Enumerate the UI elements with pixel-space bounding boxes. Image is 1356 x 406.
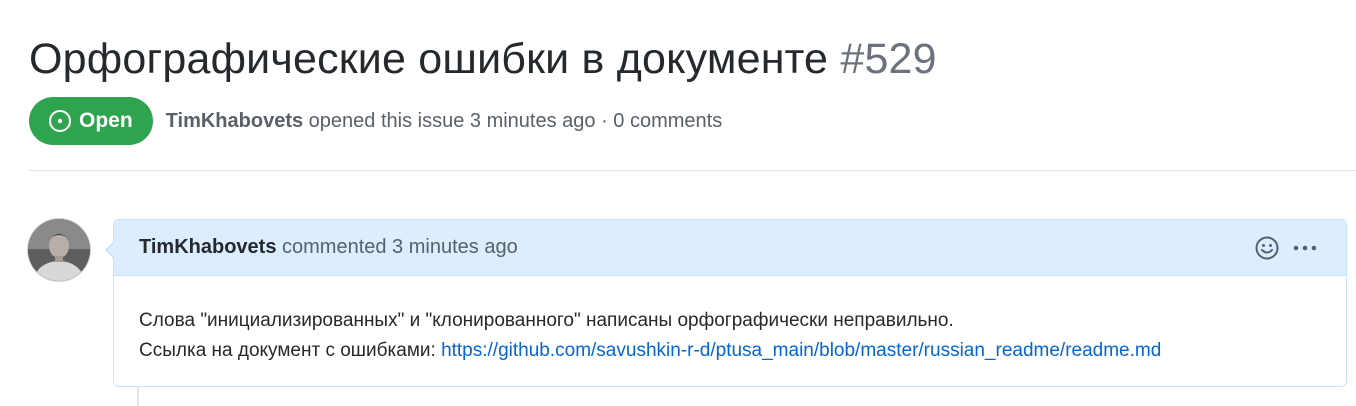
state-label: Open [79, 109, 133, 132]
header-divider [29, 170, 1356, 171]
avatar[interactable] [28, 219, 90, 281]
comment-timestamp[interactable]: commented 3 minutes ago [276, 236, 518, 258]
state-badge: Open [29, 97, 153, 145]
comment-body: Слова "инициализированных" и "клонирован… [114, 276, 1346, 366]
smiley-icon[interactable] [1254, 235, 1280, 261]
issue-opened-icon [49, 110, 71, 132]
comment-author-link[interactable]: TimKhabovets [139, 236, 276, 258]
comment-body-line: Слова "инициализированных" и "клонирован… [139, 310, 954, 331]
kebab-horizontal-icon[interactable] [1292, 235, 1318, 261]
comment-box: TimKhabovets commented 3 minutes ago Сло… [105, 219, 1347, 387]
issue-title: Орфографические ошибки в документе #529 [29, 30, 1356, 88]
comment-body-line: Ссылка на документ с ошибками: https://g… [139, 336, 1346, 366]
issue-meta-text: TimKhabovets opened this issue 3 minutes… [166, 110, 723, 133]
issue-page: Орфографические ошибки в документе #529 … [0, 0, 1356, 406]
comment-header-text: TimKhabovets commented 3 minutes ago [139, 236, 518, 259]
issue-header: Орфографические ошибки в документе #529 [29, 30, 1356, 88]
comment-actions [1254, 235, 1318, 261]
issue-author-link[interactable]: TimKhabovets [166, 110, 303, 132]
readme-link[interactable]: https://github.com/savushkin-r-d/ptusa_m… [441, 340, 1161, 361]
issue-title-text: Орфографические ошибки в документе [29, 35, 829, 83]
timeline-line [137, 387, 139, 406]
avatar-photo [28, 219, 90, 281]
comment-header: TimKhabovets commented 3 minutes ago [114, 220, 1346, 276]
issue-meta-suffix: opened this issue 3 minutes ago · 0 comm… [303, 109, 723, 132]
issue-number: #529 [840, 35, 937, 83]
comment-link-prefix: Ссылка на документ с ошибками: [139, 340, 442, 361]
issue-meta: Open TimKhabovets opened this issue 3 mi… [29, 97, 722, 145]
